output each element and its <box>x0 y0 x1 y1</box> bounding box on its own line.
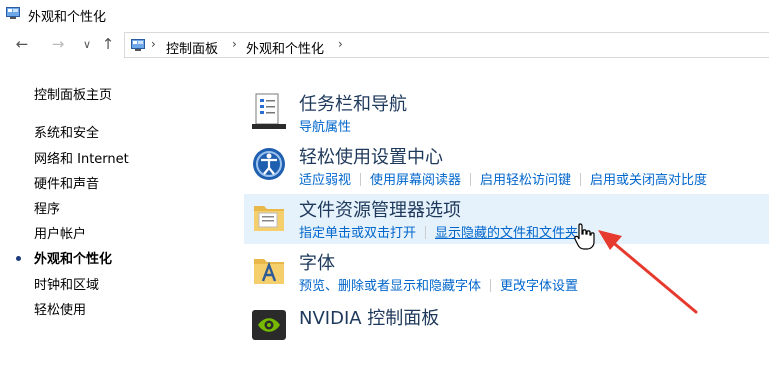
breadcrumb-separator[interactable]: › <box>338 37 343 51</box>
category-title[interactable]: 任务栏和导航 <box>299 90 407 116</box>
breadcrumb-separator[interactable]: › <box>151 37 156 51</box>
control-panel-icon <box>6 7 20 19</box>
category-taskbar: 任务栏和导航 导航属性 <box>244 88 769 138</box>
ease-of-access-icon <box>253 148 285 180</box>
sidebar-item-ease-of-access[interactable]: 轻松使用 <box>34 299 86 318</box>
preview-delete-fonts-link[interactable]: 预览、删除或者显示和隐藏字体 <box>299 279 481 294</box>
link-divider <box>490 279 492 292</box>
single-double-click-link[interactable]: 指定单击或双击打开 <box>299 226 416 241</box>
sidebar-item-hardware-sound[interactable]: 硬件和声音 <box>34 173 99 192</box>
category-links: 指定单击或双击打开 显示隐藏的文件和文件夹 <box>299 222 578 241</box>
category-file-explorer-options: 文件资源管理器选项 指定单击或双击打开 显示隐藏的文件和文件夹 <box>244 194 769 244</box>
breadcrumb-separator[interactable]: › <box>232 37 237 51</box>
category-title[interactable]: NVIDIA 控制面板 <box>299 304 439 330</box>
sidebar-item-system-security[interactable]: 系统和安全 <box>34 122 99 141</box>
sidebar-item-clock-region[interactable]: 时钟和区域 <box>34 274 99 293</box>
sidebar-item-user-accounts[interactable]: 用户帐户 <box>34 223 86 242</box>
high-contrast-link[interactable]: 启用或关闭高对比度 <box>590 173 707 188</box>
link-divider <box>360 173 362 186</box>
link-divider <box>425 226 427 239</box>
title-bar: 外观和个性化 <box>0 0 769 30</box>
sidebar-item-appearance: 外观和个性化 <box>34 252 113 267</box>
optimize-visual-display-link[interactable]: 适应弱视 <box>299 173 351 188</box>
use-screen-reader-link[interactable]: 使用屏幕阅读器 <box>370 173 461 188</box>
category-title[interactable]: 文件资源管理器选项 <box>299 196 461 222</box>
turn-on-accessibility-keys-link[interactable]: 启用轻松访问键 <box>480 173 571 188</box>
category-ease-of-access: 轻松使用设置中心 适应弱视 使用屏幕阅读器 启用轻松访问键 启用或关闭高对比度 <box>244 141 769 191</box>
category-links: 预览、删除或者显示和隐藏字体 更改字体设置 <box>299 275 578 294</box>
link-divider <box>470 173 472 186</box>
sidebar-item-home[interactable]: 控制面板主页 <box>34 84 112 103</box>
category-fonts: 字体 预览、删除或者显示和隐藏字体 更改字体设置 <box>244 247 769 297</box>
fonts-folder-icon <box>254 259 284 284</box>
back-button[interactable]: ← <box>12 35 32 53</box>
category-title[interactable]: 字体 <box>299 249 335 275</box>
forward-button[interactable]: → <box>48 35 68 53</box>
breadcrumb-control-panel[interactable]: 控制面板 <box>166 38 218 57</box>
hand-cursor-icon <box>574 223 595 250</box>
sidebar-item-network[interactable]: 网络和 Internet <box>34 148 129 167</box>
recent-locations-dropdown[interactable]: ∨ <box>77 38 97 51</box>
change-font-settings-link[interactable]: 更改字体设置 <box>500 279 578 294</box>
navigation-bar: ← → ∨ ↑ › 控制面板 › 外观和个性化 › <box>0 32 769 60</box>
sidebar-item-programs[interactable]: 程序 <box>34 198 60 217</box>
navigation-properties-link[interactable]: 导航属性 <box>299 120 351 135</box>
control-panel-icon <box>131 39 145 51</box>
up-button[interactable]: ↑ <box>98 35 118 53</box>
category-links: 适应弱视 使用屏幕阅读器 启用轻松访问键 启用或关闭高对比度 <box>299 169 707 188</box>
nvidia-icon <box>252 310 286 340</box>
current-item-bullet <box>16 256 21 261</box>
show-hidden-files-link[interactable]: 显示隐藏的文件和文件夹 <box>435 226 578 241</box>
category-links: 导航属性 <box>299 116 351 135</box>
address-bar[interactable]: › 控制面板 › 外观和个性化 › <box>124 32 769 58</box>
breadcrumb-appearance[interactable]: 外观和个性化 <box>246 38 324 57</box>
category-title[interactable]: 轻松使用设置中心 <box>299 143 443 169</box>
taskbar-icon <box>252 93 286 129</box>
folder-options-icon <box>254 206 284 231</box>
link-divider <box>580 173 582 186</box>
category-nvidia: NVIDIA 控制面板 <box>244 302 769 352</box>
window-title: 外观和个性化 <box>28 10 107 25</box>
